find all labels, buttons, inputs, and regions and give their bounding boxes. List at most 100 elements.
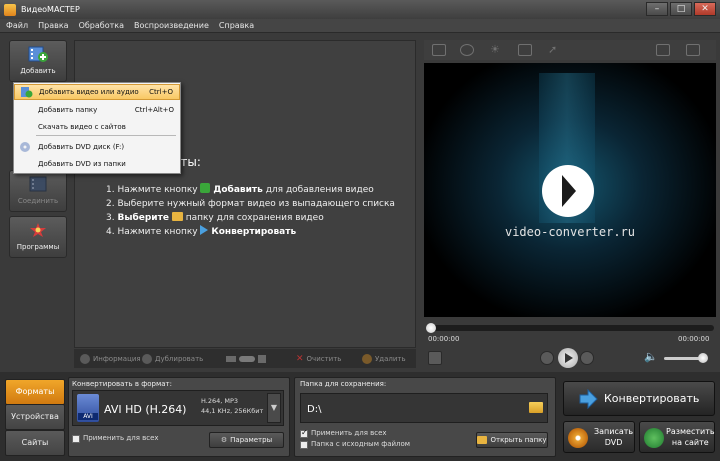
format-codecs: H.264, MP3 [201, 397, 239, 405]
volume-knob[interactable] [698, 353, 708, 363]
upload-icon [644, 428, 664, 448]
time-end: 00:00:00 [678, 335, 710, 343]
add-dropdown-menu: Добавить видео или аудио Ctrl+O Добавить… [13, 82, 181, 174]
tab-formats[interactable]: Форматы [5, 379, 65, 405]
avi-format-icon: AVI [77, 394, 99, 422]
folder-path-field[interactable]: D:\ [300, 393, 548, 423]
menu-item-label: Добавить DVD из папки [38, 160, 126, 168]
minimize-button[interactable]: – [646, 2, 668, 16]
prev-frame-button[interactable] [540, 351, 554, 365]
source-folder-label: Папка с исходным файлом [311, 440, 411, 448]
view-toggle-switch-icon [239, 355, 255, 362]
menu-item-add-dvd-disc[interactable]: Добавить DVD диск (F:) [14, 139, 180, 155]
delete-label: Удалить [375, 354, 406, 363]
tab-sites[interactable]: Сайты [5, 430, 65, 456]
browse-folder-icon[interactable] [529, 402, 543, 413]
format-audio-params: 44,1 KHz, 256Кбит [201, 407, 264, 415]
menu-item-label: Добавить видео или аудио [39, 88, 139, 96]
burn-dvd-label: Записать DVD [594, 426, 633, 448]
menu-processing[interactable]: Обработка [79, 21, 124, 30]
menu-item-add-folder[interactable]: Добавить папку Ctrl+Alt+O [14, 102, 180, 118]
crop-icon[interactable] [432, 44, 446, 56]
delete-button[interactable]: Удалить [362, 353, 406, 364]
menu-item-download-video[interactable]: Скачать видео с сайтов [14, 119, 180, 135]
convert-button[interactable]: Конвертировать [563, 381, 715, 416]
grid-view-icon [258, 354, 266, 363]
video-preview[interactable]: video-converter.ru [424, 63, 716, 317]
preview-play-icon[interactable] [542, 165, 594, 217]
format-selector[interactable]: AVI AVI HD (H.264) H.264, MP3 44,1 KHz, … [72, 390, 284, 426]
folder-icon [477, 436, 488, 444]
format-apply-all-label: Применить для всех [83, 434, 159, 442]
open-folder-label: Открыть папку [490, 436, 547, 444]
duplicate-label: Дублировать [155, 354, 204, 363]
folder-apply-all-label: Применить для всех [311, 429, 387, 437]
source-folder-checkbox[interactable] [300, 441, 308, 449]
menu-item-add-video[interactable]: Добавить видео или аудио Ctrl+O [14, 84, 180, 100]
gif-icon[interactable] [656, 44, 670, 56]
menu-item-label: Добавить папку [38, 106, 98, 114]
step1-text: 1. Нажмите кнопку [106, 185, 198, 195]
publish-label-line1: Разместить [666, 427, 715, 436]
params-button[interactable]: ⚙ Параметры [209, 432, 284, 448]
clear-button[interactable]: ✕ Очистить [296, 354, 341, 364]
next-frame-button[interactable] [580, 351, 594, 365]
duplicate-icon [142, 353, 152, 364]
rotate-icon[interactable] [518, 44, 532, 56]
menu-playback[interactable]: Воспроизведение [134, 21, 209, 30]
step-2: 2. Выберите нужный формат видео из выпад… [106, 199, 395, 209]
dvd-burn-icon [568, 428, 588, 448]
burn-dvd-label-line2: DVD [604, 438, 623, 447]
menu-item-shortcut: Ctrl+O [149, 88, 173, 96]
add-video-icon [28, 46, 48, 62]
window-title: ВидеоМАСТЕР [21, 5, 80, 14]
speed-icon[interactable]: ➚ [548, 44, 562, 56]
fullscreen-icon[interactable] [686, 44, 700, 56]
format-name: AVI HD (H.264) [104, 403, 187, 416]
delete-icon [362, 353, 372, 364]
folder-apply-all-checkbox[interactable] [300, 428, 308, 438]
volume-icon[interactable]: 🔈 [644, 351, 658, 365]
menu-item-add-dvd-folder[interactable]: Добавить DVD из папки [14, 156, 180, 172]
close-button[interactable]: ✕ [694, 2, 716, 16]
add-button[interactable]: Добавить [9, 40, 67, 82]
join-button[interactable]: Соединить [9, 170, 67, 212]
publish-label-line2: на сайте [671, 438, 709, 447]
view-toggle[interactable] [226, 354, 266, 363]
format-apply-all-checkbox[interactable] [72, 435, 80, 443]
avi-icon-text: AVI [78, 413, 98, 420]
step4-bold: Конвертировать [211, 227, 297, 237]
menu-file[interactable]: Файл [6, 21, 28, 30]
step-4: 4. Нажмите кнопку Конвертировать [106, 225, 395, 239]
publish-site-button[interactable]: Разместить на сайте [639, 421, 715, 453]
menu-item-label: Добавить DVD диск (F:) [38, 143, 125, 151]
preview-watermark: video-converter.ru [504, 225, 636, 239]
menu-help[interactable]: Справка [219, 21, 254, 30]
open-folder-button[interactable]: Открыть папку [476, 432, 548, 448]
burn-dvd-button[interactable]: Записать DVD [563, 421, 635, 453]
maximize-button[interactable]: □ [670, 2, 692, 16]
seek-knob[interactable] [426, 323, 436, 333]
title-bar: ВидеоМАСТЕР – □ ✕ [0, 0, 720, 19]
app-icon [4, 3, 16, 16]
folder-inline-icon [171, 212, 183, 221]
format-dropdown-arrow-icon[interactable]: ▼ [267, 393, 281, 423]
effects-icon[interactable] [460, 44, 474, 56]
step3-text: папку для сохранения видео [185, 213, 324, 223]
convert-button-label: Конвертировать [604, 392, 700, 405]
publish-site-label: Разместить на сайте [666, 426, 715, 448]
tab-devices[interactable]: Устройства [5, 404, 65, 430]
menu-edit[interactable]: Правка [38, 21, 68, 30]
programs-button[interactable]: Программы [9, 216, 67, 258]
convert-arrow-icon [579, 389, 598, 409]
play-button[interactable] [558, 348, 578, 368]
info-button[interactable]: Информация [80, 353, 141, 364]
folder-path-value: D:\ [307, 404, 322, 415]
add-video-icon [21, 87, 33, 98]
play-icon [565, 353, 573, 363]
brightness-icon[interactable]: ☀ [490, 44, 504, 56]
list-toolbar: Информация Дублировать ✕ Очистить Удалит… [74, 349, 416, 368]
seek-bar[interactable] [426, 323, 714, 333]
snapshot-button[interactable] [428, 351, 442, 365]
duplicate-button[interactable]: Дублировать [142, 353, 204, 364]
